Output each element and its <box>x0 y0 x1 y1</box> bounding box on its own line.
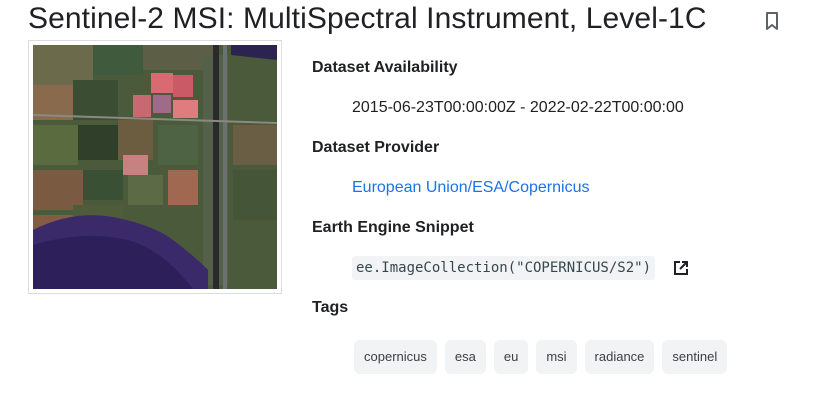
tag-chip-copernicus[interactable]: copernicus <box>354 340 437 374</box>
satellite-image <box>33 45 277 289</box>
provider-link[interactable]: European Union/ESA/Copernicus <box>352 179 589 196</box>
tag-chip-sentinel[interactable]: sentinel <box>662 340 728 374</box>
tag-chip-eu[interactable]: eu <box>493 340 529 374</box>
tag-chip-msi[interactable]: msi <box>536 340 577 374</box>
page-title: Sentinel-2 MSI: MultiSpectral Instrument… <box>28 2 707 35</box>
bookmark-icon[interactable] <box>762 9 782 33</box>
snippet-label: Earth Engine Snippet <box>312 219 474 236</box>
dataset-thumbnail <box>28 40 282 294</box>
provider-label: Dataset Provider <box>312 139 440 156</box>
availability-label: Dataset Availability <box>312 59 458 76</box>
open-in-new-icon[interactable] <box>672 259 690 277</box>
tags-label: Tags <box>312 299 349 316</box>
availability-value: 2015-06-23T00:00:00Z - 2022-02-22T00:00:… <box>352 99 684 116</box>
snippet-code[interactable]: ee.ImageCollection("COPERNICUS/S2") <box>352 256 656 280</box>
tag-chip-radiance[interactable]: radiance <box>584 340 655 374</box>
tag-list: copernicus esa eu msi radiance sentinel <box>354 340 728 374</box>
tag-chip-esa[interactable]: esa <box>444 340 486 374</box>
